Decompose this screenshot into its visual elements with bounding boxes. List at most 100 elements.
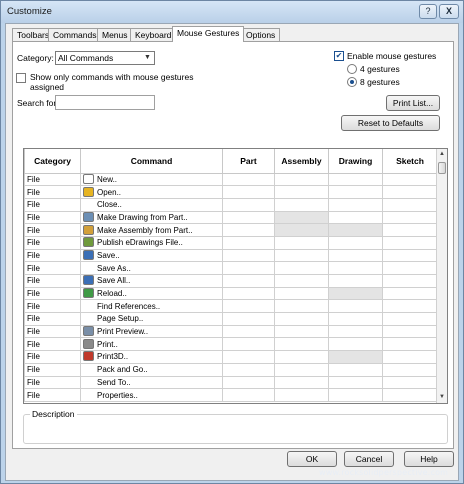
gesture-cell-drawing[interactable] xyxy=(328,350,383,364)
table-row[interactable]: File Print Preview.. xyxy=(24,324,438,339)
enable-gestures-checkbox[interactable]: ✔ xyxy=(334,51,344,61)
gesture-cell-sketch[interactable] xyxy=(382,362,438,377)
tab-commands[interactable]: Commands xyxy=(48,28,102,42)
gesture-cell-part[interactable] xyxy=(222,235,275,250)
gesture-cell-part[interactable] xyxy=(222,375,275,390)
col-header-sketch[interactable]: Sketch xyxy=(382,149,438,174)
table-row[interactable]: File Make Drawing from Part.. xyxy=(24,210,438,225)
gesture-cell-assembly[interactable] xyxy=(274,337,329,352)
gesture-cell-part[interactable] xyxy=(222,197,275,212)
gesture-cell-part[interactable] xyxy=(222,362,275,377)
gesture-cell-sketch[interactable] xyxy=(382,172,438,187)
gesture-cell-part[interactable] xyxy=(222,299,275,314)
gesture-cell-assembly[interactable] xyxy=(274,223,329,237)
gesture-cell-assembly[interactable] xyxy=(274,375,329,390)
gesture-cell-drawing[interactable] xyxy=(328,197,383,212)
gesture-cell-part[interactable] xyxy=(222,172,275,187)
col-header-assembly[interactable]: Assembly xyxy=(274,149,329,174)
table-row[interactable]: File Send To.. xyxy=(24,375,438,390)
gesture-cell-sketch[interactable] xyxy=(382,235,438,250)
gesture-cell-part[interactable] xyxy=(222,223,275,237)
col-header-command[interactable]: Command xyxy=(80,149,223,174)
gesture-cell-assembly[interactable] xyxy=(274,362,329,377)
gesture-cell-assembly[interactable] xyxy=(274,286,329,301)
gesture-cell-drawing[interactable] xyxy=(328,299,383,314)
gesture-cell-part[interactable] xyxy=(222,274,275,288)
tab-options[interactable]: Options xyxy=(241,28,281,42)
gesture-cell-sketch[interactable] xyxy=(382,350,438,364)
table-row[interactable]: File Print.. xyxy=(24,337,438,352)
gesture-cell-drawing[interactable] xyxy=(328,248,383,263)
gesture-cell-assembly[interactable] xyxy=(274,185,329,199)
gesture-cell-drawing[interactable] xyxy=(328,324,383,339)
radio-4-gestures[interactable] xyxy=(347,64,357,74)
gesture-cell-sketch[interactable] xyxy=(382,388,438,402)
gesture-cell-sketch[interactable] xyxy=(382,248,438,263)
col-header-drawing[interactable]: Drawing xyxy=(328,149,383,174)
gesture-cell-part[interactable] xyxy=(222,210,275,225)
gesture-cell-sketch[interactable] xyxy=(382,312,438,326)
help-button[interactable]: Help xyxy=(404,451,454,467)
table-row[interactable]: File Page Setup.. xyxy=(24,312,438,326)
gesture-cell-part[interactable] xyxy=(222,312,275,326)
gesture-cell-part[interactable] xyxy=(222,248,275,263)
gesture-cell-sketch[interactable] xyxy=(382,375,438,390)
gesture-cell-sketch[interactable] xyxy=(382,185,438,199)
col-header-part[interactable]: Part xyxy=(222,149,275,174)
radio-8-gestures[interactable] xyxy=(347,77,357,87)
gesture-cell-sketch[interactable] xyxy=(382,274,438,288)
reset-to-defaults-button[interactable]: Reset to Defaults xyxy=(341,115,440,131)
print-list-button[interactable]: Print List... xyxy=(386,95,440,111)
gesture-cell-sketch[interactable] xyxy=(382,261,438,275)
table-row[interactable]: File Pack and Go.. xyxy=(24,362,438,377)
gesture-cell-assembly[interactable] xyxy=(274,248,329,263)
gesture-cell-part[interactable] xyxy=(222,324,275,339)
tab-keyboard[interactable]: Keyboard xyxy=(130,28,177,42)
gesture-cell-assembly[interactable] xyxy=(274,388,329,402)
table-row[interactable]: File Save.. xyxy=(24,248,438,263)
show-only-checkbox[interactable] xyxy=(16,73,26,83)
category-dropdown[interactable]: All Commands ▼ xyxy=(55,51,155,65)
gesture-cell-assembly[interactable] xyxy=(274,261,329,275)
gesture-cell-sketch[interactable] xyxy=(382,210,438,225)
table-row[interactable]: File Publish eDrawings File.. xyxy=(24,235,438,250)
gesture-cell-drawing[interactable] xyxy=(328,210,383,225)
gesture-cell-sketch[interactable] xyxy=(382,223,438,237)
gesture-cell-drawing[interactable] xyxy=(328,337,383,352)
ok-button[interactable]: OK xyxy=(287,451,337,467)
gesture-cell-part[interactable] xyxy=(222,185,275,199)
gesture-cell-drawing[interactable] xyxy=(328,274,383,288)
gesture-cell-assembly[interactable] xyxy=(274,299,329,314)
cancel-button[interactable]: Cancel xyxy=(344,451,394,467)
gesture-cell-sketch[interactable] xyxy=(382,299,438,314)
gesture-cell-sketch[interactable] xyxy=(382,324,438,339)
gesture-cell-drawing[interactable] xyxy=(328,172,383,187)
gesture-cell-drawing[interactable] xyxy=(328,185,383,199)
gesture-cell-sketch[interactable] xyxy=(382,337,438,352)
tab-mouse-gestures[interactable]: Mouse Gestures xyxy=(172,26,245,42)
gesture-cell-assembly[interactable] xyxy=(274,197,329,212)
gesture-cell-part[interactable] xyxy=(222,286,275,301)
gesture-cell-assembly[interactable] xyxy=(274,210,329,225)
gesture-cell-assembly[interactable] xyxy=(274,274,329,288)
gesture-cell-assembly[interactable] xyxy=(274,235,329,250)
scroll-up-icon[interactable]: ▲ xyxy=(437,149,447,160)
gesture-cell-part[interactable] xyxy=(222,261,275,275)
gesture-cell-drawing[interactable] xyxy=(328,235,383,250)
gesture-cell-assembly[interactable] xyxy=(274,172,329,187)
table-row[interactable]: File Close.. xyxy=(24,197,438,212)
gesture-cell-part[interactable] xyxy=(222,350,275,364)
gesture-cell-sketch[interactable] xyxy=(382,197,438,212)
gesture-cell-drawing[interactable] xyxy=(328,312,383,326)
gesture-cell-drawing[interactable] xyxy=(328,223,383,237)
tab-menus[interactable]: Menus xyxy=(97,28,133,42)
table-row[interactable]: File Find References.. xyxy=(24,299,438,314)
table-row[interactable]: File Properties.. xyxy=(24,388,438,402)
gesture-cell-assembly[interactable] xyxy=(274,350,329,364)
title-close-button[interactable]: X xyxy=(439,4,459,19)
table-row[interactable]: File Open.. xyxy=(24,185,438,199)
table-row[interactable]: File Print3D.. xyxy=(24,350,438,364)
gesture-command-grid[interactable]: Category Command Part Assembly Drawing S… xyxy=(23,148,448,404)
table-row[interactable]: File Make Assembly from Part.. xyxy=(24,223,438,237)
gesture-cell-drawing[interactable] xyxy=(328,261,383,275)
